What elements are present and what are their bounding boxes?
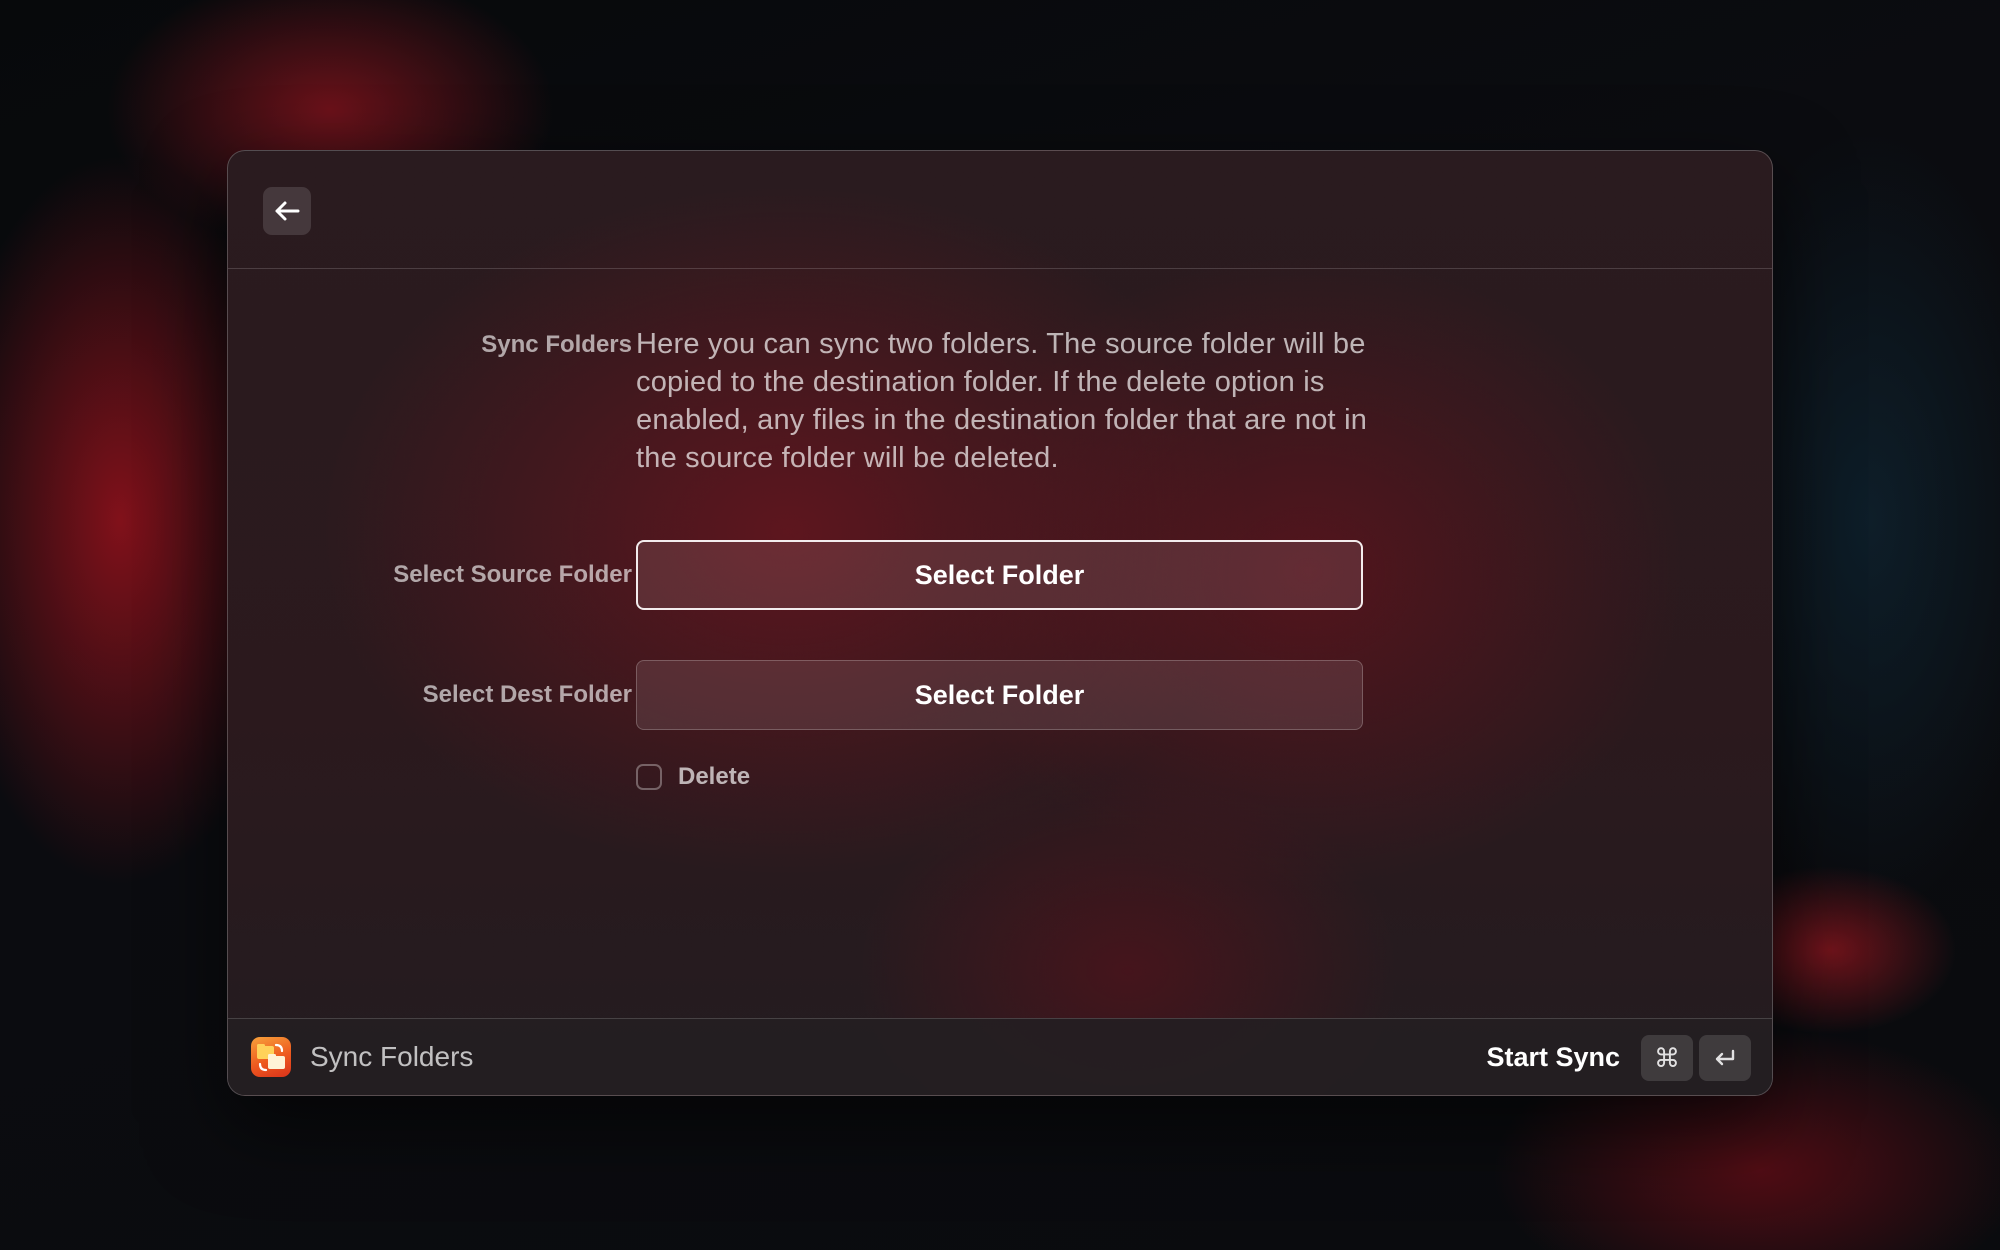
back-button[interactable] [263, 187, 311, 235]
app-title: Sync Folders [310, 1041, 474, 1072]
start-sync-button[interactable]: Start Sync [1486, 1039, 1620, 1075]
delete-checkbox-label[interactable]: Delete [678, 763, 750, 791]
delete-option[interactable]: Delete [636, 763, 750, 791]
description-text: Here you can sync two folders. The sourc… [636, 328, 1368, 474]
window-header [228, 151, 1772, 269]
description-label: Sync Folders [481, 331, 632, 358]
sync-folders-window: Sync Folders Here you can sync two folde… [227, 150, 1773, 1096]
sync-folders-app-icon [251, 1037, 291, 1077]
source-folder-label: Select Source Folder [393, 561, 632, 588]
dest-folder-label: Select Dest Folder [422, 681, 632, 708]
action-bar: Sync Folders Start Sync ⌘ [228, 1018, 1772, 1095]
return-key-icon [1699, 1035, 1751, 1081]
delete-checkbox[interactable] [636, 764, 662, 790]
form-content: Sync Folders Here you can sync two folde… [228, 269, 1772, 1020]
desktop-background: Sync Folders Here you can sync two folde… [0, 0, 2000, 1250]
select-dest-folder-button[interactable]: Select Folder [636, 660, 1363, 730]
select-source-folder-button[interactable]: Select Folder [636, 540, 1363, 610]
arrow-left-icon [275, 201, 300, 221]
command-key-icon: ⌘ [1641, 1035, 1693, 1081]
